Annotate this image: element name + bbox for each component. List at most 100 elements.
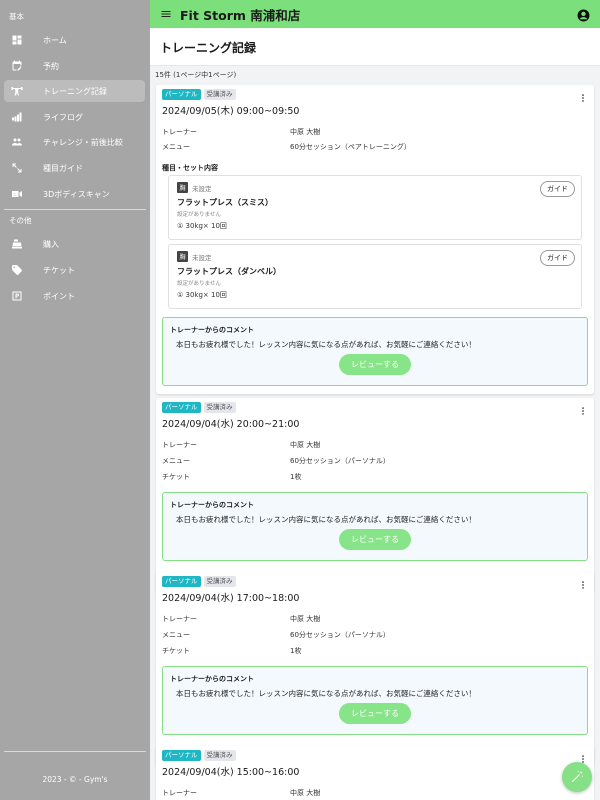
dumbbell-icon — [10, 110, 24, 124]
body-part-badge: 胸 — [177, 251, 188, 262]
menu-name: 60分セッション（パーソナル） — [290, 631, 390, 639]
session-datetime: 2024/09/04(水) 17:00~18:00 — [162, 593, 300, 604]
comment-text: 本日もお疲れ様でした！レッスン内容に気になる点があれば、お気軽にご連絡ください！ — [176, 689, 476, 698]
session-datetime: 2024/09/04(水) 15:00~16:00 — [162, 767, 300, 778]
training-record-card: パーソナル 受講済み 2024/09/05(木) 09:00~09:50 トレー… — [156, 85, 594, 394]
sidebar-item-exercise-guide[interactable]: 種目ガイド — [4, 157, 145, 179]
session-datetime: 2024/09/05(木) 09:00~09:50 — [162, 106, 300, 117]
sidebar-item-training-log[interactable]: トレーニング記録 — [4, 80, 145, 102]
ticket-count: 1枚 — [290, 647, 302, 655]
exercise-name: フラットプレス（スミス） — [177, 198, 273, 207]
sidebar-item-label: ポイント — [43, 291, 75, 301]
sidebar-item-reservation[interactable]: 予約 — [4, 55, 145, 77]
review-button[interactable]: レビューする — [339, 529, 411, 550]
comment-title: トレーナーからのコメント — [170, 326, 254, 334]
status-badge: 受講済み — [203, 402, 236, 413]
session-type-badge: パーソナル — [162, 750, 201, 761]
exercise-item: 胸 未設定 フラットプレス（ダンベル） 設定がありません ① 30kg× 10回… — [168, 244, 582, 309]
exercise-item: 胸 未設定 フラットプレス（スミス） 設定がありません ① 30kg× 10回 … — [168, 175, 582, 240]
sidebar-item-label: 購入 — [43, 239, 59, 249]
sidebar-item-label: トレーニング記録 — [43, 86, 107, 96]
resize-arrows-icon — [10, 161, 24, 175]
comment-title: トレーナーからのコメント — [170, 501, 254, 509]
cash-register-icon — [10, 237, 24, 251]
trainer-name: 中原 大樹 — [290, 615, 321, 623]
exercise-setting: 未設定 — [192, 253, 212, 262]
sidebar-item-label: 3Dボディスキャン — [43, 189, 110, 199]
trainer-name: 中原 大樹 — [290, 789, 321, 797]
shop-name: Fit Storm 南浦和店 — [180, 7, 301, 23]
session-type-badge: パーソナル — [162, 402, 201, 413]
sidebar-item-ticket[interactable]: チケット — [4, 259, 145, 281]
more-vert-icon[interactable] — [578, 579, 588, 591]
sidebar: 基本 ホーム 予約 トレーニング記録 ライフログ チャレンジ・前後比較 種目ガイ… — [0, 0, 150, 800]
sidebar-footer: 2023 - © - Gym's — [42, 775, 108, 784]
info-row-menu: メニュー 60分セッション（パーソナル） — [162, 631, 390, 639]
body-part-badge: 胸 — [177, 182, 188, 193]
trainer-comment-box: トレーナーからのコメント 本日もお疲れ様でした！レッスン内容に気になる点があれば… — [162, 492, 588, 561]
group-icon — [10, 135, 24, 149]
sidebar-item-label: ライフログ — [43, 112, 83, 122]
sidebar-section-basic: 基本 — [9, 12, 24, 21]
trainer-name: 中原 大樹 — [290, 128, 321, 136]
more-vert-icon[interactable] — [578, 405, 588, 417]
sidebar-item-label: 種目ガイド — [43, 163, 83, 173]
calendar-edit-icon — [10, 59, 24, 73]
exercise-setting: 未設定 — [192, 184, 212, 193]
info-row-ticket: チケット 1枚 — [162, 473, 302, 481]
account-icon[interactable] — [577, 7, 590, 22]
training-record-card: パーソナル 受講済み 2024/09/04(水) 17:00~18:00 トレー… — [156, 572, 594, 767]
menu-name: 60分セッション（ペアトレーニング） — [290, 143, 411, 151]
sidebar-item-label: 予約 — [43, 61, 59, 71]
sidebar-item-lifelog[interactable]: ライフログ — [4, 106, 145, 128]
comment-text: 本日もお疲れ様でした！レッスン内容に気になる点があれば、お気軽にご連絡ください！ — [176, 340, 476, 349]
comment-text: 本日もお疲れ様でした！レッスン内容に気になる点があれば、お気軽にご連絡ください！ — [176, 515, 476, 524]
exercise-section-heading: 種目・セット内容 — [162, 164, 218, 172]
info-row-trainer: トレーナー 中原 大樹 — [162, 441, 321, 449]
ticket-count: 1枚 — [290, 473, 302, 481]
page-title-bar: トレーニング記録 — [150, 28, 600, 66]
parking-icon — [10, 289, 24, 303]
training-record-card: パーソナル 受講済み 2024/09/04(水) 15:00~16:00 トレー… — [156, 746, 594, 800]
magic-wand-fab-button[interactable] — [562, 762, 592, 792]
sidebar-item-label: チャレンジ・前後比較 — [43, 137, 123, 147]
session-type-badge: パーソナル — [162, 89, 201, 100]
status-badge: 受講済み — [203, 89, 236, 100]
info-row-menu: メニュー 60分セッション（ペアトレーニング） — [162, 143, 411, 151]
sidebar-item-points[interactable]: ポイント — [4, 285, 145, 307]
guide-button[interactable]: ガイド — [540, 250, 575, 266]
menu-icon[interactable] — [160, 8, 172, 20]
sidebar-footer-divider — [4, 751, 146, 752]
status-badge: 受講済み — [203, 750, 236, 761]
weightlifting-icon — [10, 84, 24, 98]
record-count: 15件 (1ページ中1ページ) — [155, 71, 237, 79]
sidebar-section-other: その他 — [9, 216, 32, 225]
exercise-note: 設定がありません — [177, 281, 221, 287]
info-row-trainer: トレーナー 中原 大樹 — [162, 615, 321, 623]
exercise-name: フラットプレス（ダンベル） — [177, 267, 281, 276]
info-row-menu: メニュー 60分セッション（パーソナル） — [162, 457, 390, 465]
session-datetime: 2024/09/04(水) 20:00~21:00 — [162, 419, 300, 430]
sidebar-item-purchase[interactable]: 購入 — [4, 233, 145, 255]
review-button[interactable]: レビューする — [339, 703, 411, 724]
sidebar-item-label: チケット — [43, 265, 75, 275]
review-button[interactable]: レビューする — [339, 354, 411, 375]
dashboard-icon — [10, 33, 24, 47]
more-vert-icon[interactable] — [578, 92, 588, 104]
info-row-trainer: トレーナー 中原 大樹 — [162, 128, 321, 136]
trainer-comment-box: トレーナーからのコメント 本日もお疲れ様でした！レッスン内容に気になる点があれば… — [162, 317, 588, 386]
sidebar-divider — [4, 209, 146, 210]
sidebar-item-label: ホーム — [43, 35, 67, 45]
sidebar-item-home[interactable]: ホーム — [4, 29, 145, 51]
comment-title: トレーナーからのコメント — [170, 675, 254, 683]
exercise-sets: ① 30kg× 10回 — [177, 222, 227, 230]
sidebar-item-challenge[interactable]: チャレンジ・前後比較 — [4, 131, 145, 153]
exercise-sets: ① 30kg× 10回 — [177, 291, 227, 299]
trainer-name: 中原 大樹 — [290, 441, 321, 449]
magic-wand-icon — [571, 770, 584, 783]
trainer-comment-box: トレーナーからのコメント 本日もお疲れ様でした！レッスン内容に気になる点があれば… — [162, 666, 588, 735]
guide-button[interactable]: ガイド — [540, 181, 575, 197]
sidebar-item-3d-body-scan[interactable]: 3Dボディスキャン — [4, 183, 145, 205]
tag-icon — [10, 263, 24, 277]
page-title: トレーニング記録 — [160, 41, 257, 55]
